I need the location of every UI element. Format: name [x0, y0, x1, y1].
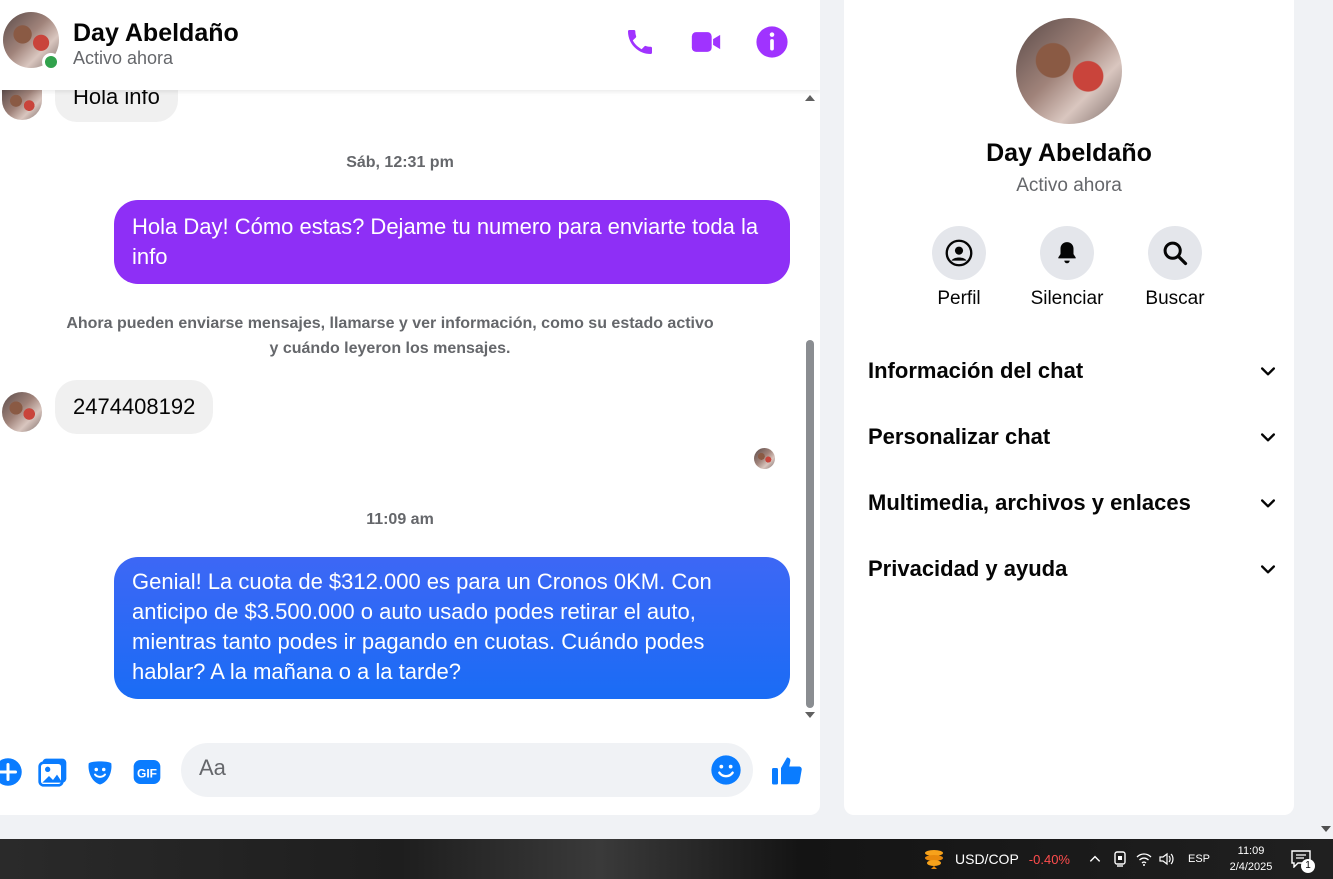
outgoing-message[interactable]: Hola Day! Cómo estas? Dejame tu numero p…: [114, 200, 790, 284]
svg-text:GIF: GIF: [137, 766, 157, 780]
contact-avatar-small: [2, 392, 42, 432]
mute-action[interactable]: Silenciar: [1017, 226, 1117, 310]
mute-action-circle: [1040, 226, 1094, 280]
sticker-button[interactable]: [83, 755, 117, 789]
like-button[interactable]: [768, 752, 806, 790]
scroll-thumb[interactable]: [806, 340, 814, 708]
smiley-icon: [711, 755, 741, 785]
message-input-box[interactable]: [181, 743, 753, 797]
contact-name[interactable]: Day Abeldaño: [73, 19, 239, 48]
composer: GIF: [0, 735, 820, 805]
profile-action-label: Perfil: [937, 288, 981, 309]
scroll-up-arrow-icon[interactable]: [805, 95, 815, 101]
chevron-down-icon: [1261, 565, 1275, 574]
chevron-up-icon: [1089, 855, 1101, 862]
message-input[interactable]: [199, 755, 699, 781]
message-scrollbar[interactable]: [803, 90, 817, 722]
clock-date: 2/4/2025: [1229, 861, 1273, 873]
network-button[interactable]: [1136, 839, 1152, 879]
bell-icon: [1058, 242, 1076, 264]
message-timestamp: 11:09 am: [366, 511, 434, 528]
section-chat-info[interactable]: Información del chat: [868, 346, 1278, 396]
device-icon: [1114, 851, 1126, 867]
message-list[interactable]: Hola info Sáb, 12:31 pm Hola Day! Cómo e…: [0, 68, 800, 720]
wifi-icon: [1136, 853, 1152, 866]
system-notice: Ahora pueden enviarse mensajes, llamarse…: [66, 315, 714, 357]
section-customize-chat[interactable]: Personalizar chat: [868, 412, 1278, 462]
outgoing-message[interactable]: Genial! La cuota de $312.000 es para un …: [114, 557, 790, 699]
chevron-down-icon: [1261, 433, 1275, 442]
section-title: Información del chat: [868, 358, 1084, 383]
mute-action-label: Silenciar: [1030, 288, 1104, 309]
gif-icon: GIF: [133, 760, 161, 784]
chat-panel: Day Abeldaño Activo ahora Hola info Sáb,…: [0, 0, 820, 815]
plus-circle-icon: [0, 758, 22, 786]
section-privacy-help[interactable]: Privacidad y ayuda: [868, 544, 1278, 594]
section-title: Privacidad y ayuda: [868, 556, 1068, 581]
clock-time: 11:09: [1237, 845, 1265, 857]
notification-center-button[interactable]: 1: [1291, 839, 1315, 879]
incoming-message[interactable]: 2474408192: [55, 380, 214, 434]
search-action-circle: [1148, 226, 1202, 280]
video-camera-icon: [691, 32, 721, 52]
online-status-dot: [42, 53, 60, 71]
attach-photo-button[interactable]: [36, 755, 70, 789]
section-title: Multimedia, archivos y enlaces: [868, 490, 1191, 515]
more-actions-button[interactable]: [0, 755, 25, 789]
read-receipt-avatar: [754, 448, 775, 469]
ticker-change: -0.40%: [1028, 851, 1070, 867]
speaker-icon: [1159, 852, 1174, 866]
stock-ticker-widget[interactable]: USD/COP -0.40%: [922, 839, 1070, 879]
chevron-down-icon: [1261, 499, 1275, 508]
windows-taskbar: USD/COP -0.40% ESP 11:09 2/4/2025 1: [0, 839, 1333, 879]
profile-picture[interactable]: [1016, 18, 1122, 124]
ticker-label: USD/COP: [955, 851, 1019, 867]
notification-count-badge: 1: [1301, 859, 1315, 873]
search-action[interactable]: Buscar: [1125, 226, 1225, 310]
profile-action-circle: [932, 226, 986, 280]
chat-header: Day Abeldaño Activo ahora: [0, 0, 820, 90]
section-title: Personalizar chat: [868, 424, 1051, 449]
tray-device-icon-button[interactable]: [1113, 839, 1127, 879]
photo-icon: [38, 758, 67, 787]
profile-icon: [945, 239, 973, 267]
contact-avatar-small: [2, 88, 42, 120]
gif-button[interactable]: GIF: [130, 755, 164, 789]
voice-call-button[interactable]: [622, 24, 658, 60]
input-language[interactable]: ESP: [1188, 839, 1210, 879]
conversation-info-button[interactable]: [754, 24, 790, 60]
search-icon: [1163, 241, 1188, 266]
profile-action[interactable]: Perfil: [909, 226, 1009, 310]
message-timestamp: Sáb, 12:31 pm: [346, 154, 454, 171]
coins-icon: [925, 850, 943, 869]
volume-button[interactable]: [1159, 839, 1175, 879]
info-contact-status: Activo ahora: [1016, 175, 1122, 196]
section-media-files-links[interactable]: Multimedia, archivos y enlaces: [868, 478, 1278, 528]
system-clock[interactable]: 11:09 2/4/2025: [1220, 839, 1282, 879]
info-contact-name: Day Abeldaño: [986, 139, 1152, 167]
info-icon: [756, 26, 788, 58]
emoji-button[interactable]: [710, 754, 742, 786]
page-scroll-down-arrow-icon[interactable]: [1321, 826, 1331, 832]
chevron-down-icon: [1261, 367, 1275, 376]
thumbs-up-icon: [772, 757, 802, 785]
phone-icon: [628, 30, 652, 54]
sticker-icon: [88, 761, 112, 785]
video-call-button[interactable]: [688, 24, 724, 60]
contact-status: Activo ahora: [73, 48, 174, 68]
search-action-label: Buscar: [1145, 288, 1205, 309]
show-hidden-icons-button[interactable]: [1088, 839, 1102, 879]
scroll-down-arrow-icon[interactable]: [805, 712, 815, 718]
conversation-info-panel: Day Abeldaño Activo ahora Perfil Silenci…: [844, 0, 1294, 815]
